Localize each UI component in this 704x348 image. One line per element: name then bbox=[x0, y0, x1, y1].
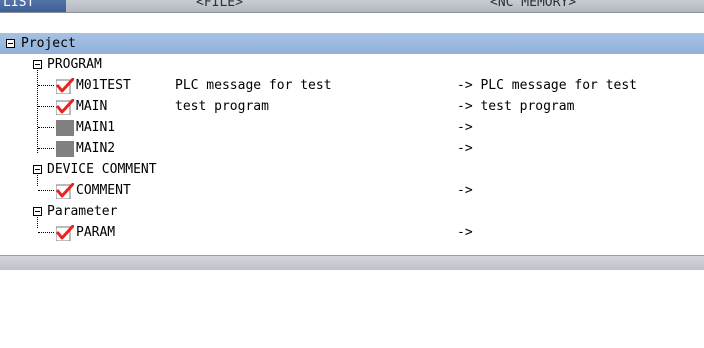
unchecked-checkbox-icon[interactable] bbox=[56, 120, 74, 136]
program-comment: PLC message for test bbox=[175, 78, 332, 93]
column-header-bar: LIST <FILE> <NC MEMORY> bbox=[0, 0, 704, 13]
tree-connector-line bbox=[38, 148, 54, 149]
tree-node-program[interactable]: PROGRAM bbox=[0, 54, 704, 75]
nc-memory-column-header: <NC MEMORY> bbox=[490, 0, 577, 10]
tree-connector-line bbox=[38, 85, 54, 86]
nc-memory-value: -> bbox=[457, 141, 473, 156]
tree-node-label: DEVICE COMMENT bbox=[47, 162, 157, 177]
program-name: M01TEST bbox=[76, 78, 131, 93]
collapse-toggle-icon[interactable] bbox=[33, 165, 42, 174]
program-name: MAIN1 bbox=[76, 120, 116, 135]
tree-node-device-comment[interactable]: DEVICE COMMENT bbox=[0, 159, 704, 180]
item-name: PARAM bbox=[76, 225, 116, 240]
collapse-toggle-icon[interactable] bbox=[33, 60, 42, 69]
checked-checkbox-icon[interactable] bbox=[56, 99, 74, 115]
collapse-toggle-icon[interactable] bbox=[6, 39, 15, 48]
tree-item-m01test[interactable]: M01TEST PLC message for test -> PLC mess… bbox=[0, 75, 704, 96]
collapse-toggle-icon[interactable] bbox=[33, 207, 42, 216]
checked-checkbox-icon[interactable] bbox=[56, 78, 74, 94]
tree-node-label: Project bbox=[21, 36, 76, 51]
tree-item-comment[interactable]: COMMENT -> bbox=[0, 180, 704, 201]
tree-connector-line bbox=[38, 232, 54, 233]
file-column-header: <FILE> bbox=[196, 0, 243, 10]
tree-node-label: PROGRAM bbox=[47, 57, 102, 72]
tree-item-param[interactable]: PARAM -> bbox=[0, 222, 704, 243]
nc-memory-value: -> bbox=[457, 225, 473, 240]
item-name: COMMENT bbox=[76, 183, 131, 198]
tree-connector-line bbox=[38, 127, 54, 128]
nc-memory-value: -> bbox=[457, 120, 473, 135]
program-name: MAIN2 bbox=[76, 141, 116, 156]
tree-node-project[interactable]: Project bbox=[0, 33, 704, 54]
tree-node-label: Parameter bbox=[47, 204, 118, 219]
program-comment: test program bbox=[175, 99, 269, 114]
unchecked-checkbox-icon[interactable] bbox=[56, 141, 74, 157]
program-name: MAIN bbox=[76, 99, 108, 114]
nc-memory-value: -> test program bbox=[457, 99, 575, 114]
checked-checkbox-icon[interactable] bbox=[56, 225, 74, 241]
nc-memory-value: -> PLC message for test bbox=[457, 78, 638, 93]
bottom-status-bar bbox=[0, 255, 704, 270]
tree-item-main1[interactable]: MAIN1 -> bbox=[0, 117, 704, 138]
tree-item-main2[interactable]: MAIN2 -> bbox=[0, 138, 704, 159]
tree-node-parameter[interactable]: Parameter bbox=[0, 201, 704, 222]
nc-memory-value: -> bbox=[457, 183, 473, 198]
tab-list[interactable]: LIST bbox=[0, 0, 66, 12]
tree-connector-line bbox=[38, 106, 54, 107]
tree-connector-line bbox=[38, 190, 54, 191]
checked-checkbox-icon[interactable] bbox=[56, 183, 74, 199]
tree-item-main[interactable]: MAIN test program -> test program bbox=[0, 96, 704, 117]
